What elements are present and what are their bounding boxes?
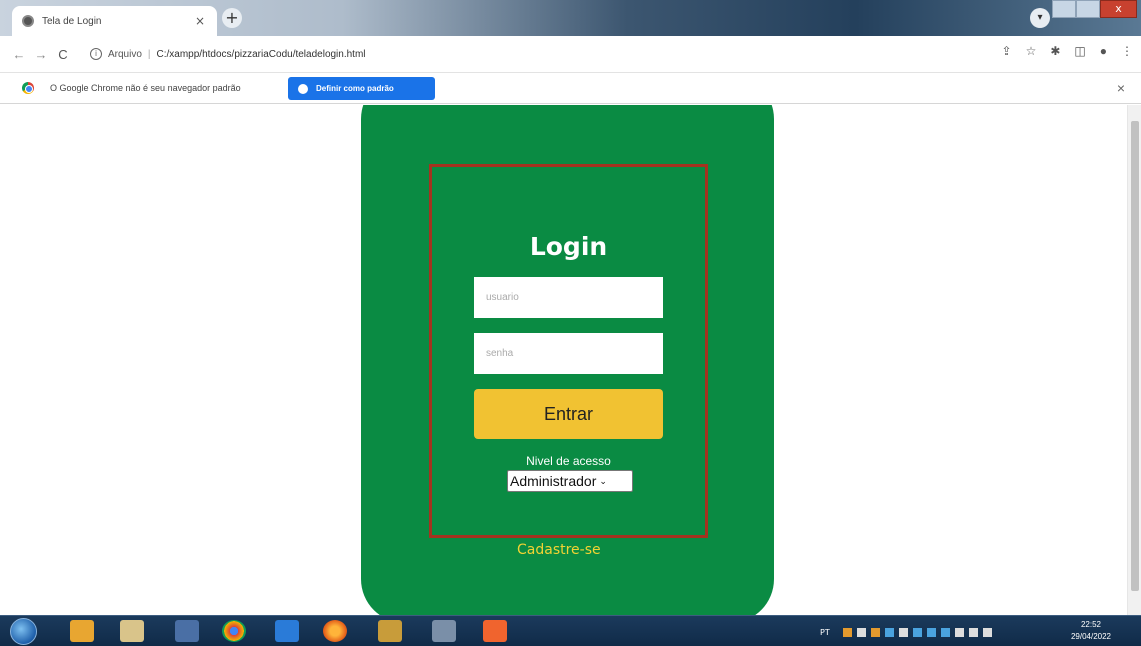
browser-tab[interactable]: Tela de Login × <box>12 6 217 36</box>
default-browser-infobar: O Google Chrome não é seu navegador padr… <box>0 72 1141 104</box>
set-default-label: Definir como padrão <box>316 84 394 93</box>
language-indicator[interactable]: PT <box>820 628 830 637</box>
page-scrollbar[interactable] <box>1127 105 1141 615</box>
username-input[interactable] <box>474 277 663 318</box>
extensions-icon[interactable]: ✱ <box>1050 44 1060 58</box>
tray-app-icon[interactable] <box>856 627 866 637</box>
file-explorer-icon[interactable] <box>120 620 144 642</box>
chevron-down-icon: ⌄ <box>599 475 607 486</box>
close-infobar-icon[interactable]: × <box>1117 80 1125 96</box>
browser-toolbar: ← → C i Arquivo | C:/xampp/htdocs/pizzar… <box>0 36 1141 72</box>
clock-date: 29/04/2022 <box>1070 632 1111 641</box>
url-path: C:/xampp/htdocs/pizzariaCodu/teladelogin… <box>156 48 366 60</box>
screen: Tela de Login × + ▾ x ← → C i Arquivo | … <box>0 0 1141 646</box>
password-input[interactable] <box>474 333 663 374</box>
access-level-value: Administrador <box>510 473 597 489</box>
forward-icon[interactable]: → <box>30 47 52 62</box>
folder-app-icon[interactable] <box>70 620 94 642</box>
scrollbar-thumb[interactable] <box>1131 121 1139 591</box>
access-level-select[interactable]: Administrador ⌄ <box>507 470 633 492</box>
share-icon[interactable]: ⇪ <box>1002 44 1012 58</box>
netbeans-icon[interactable] <box>378 620 402 642</box>
close-window-button[interactable]: x <box>1100 0 1137 18</box>
profile-icon[interactable]: ● <box>1100 44 1107 58</box>
window-app-icon[interactable] <box>432 620 456 642</box>
vscode-icon[interactable] <box>275 620 299 642</box>
clock-time: 22:52 <box>1080 620 1101 629</box>
system-tray: PT <box>820 624 992 640</box>
tray-app-icon[interactable] <box>870 627 880 637</box>
xampp-icon[interactable] <box>483 620 507 642</box>
back-icon[interactable]: ← <box>8 47 30 62</box>
maximize-button[interactable] <box>1076 0 1101 18</box>
infobar-message: O Google Chrome não é seu navegador padr… <box>50 83 241 93</box>
chrome-small-icon <box>298 83 308 94</box>
info-icon[interactable]: i <box>90 48 102 60</box>
tray-app-icon[interactable] <box>912 627 922 637</box>
flag-icon[interactable] <box>954 627 964 637</box>
globe-icon <box>22 15 34 27</box>
tray-app-icon[interactable] <box>940 627 950 637</box>
tray-app-icon[interactable] <box>884 627 894 637</box>
new-tab-button[interactable]: + <box>222 8 242 28</box>
menu-icon[interactable]: ⋮ <box>1121 44 1133 58</box>
url-scheme: Arquivo <box>108 48 142 60</box>
login-title: Login <box>529 232 608 261</box>
address-bar[interactable]: i Arquivo | C:/xampp/htdocs/pizzariaCodu… <box>90 42 965 66</box>
tab-title: Tela de Login <box>42 15 102 27</box>
login-form: Login Entrar Nivel de acesso Administrad… <box>429 164 708 538</box>
minimize-button[interactable] <box>1052 0 1077 18</box>
start-button[interactable] <box>10 618 37 645</box>
close-tab-icon[interactable]: × <box>193 14 207 28</box>
page-viewport: Login Entrar Nivel de acesso Administrad… <box>0 105 1141 615</box>
signup-link[interactable]: Cadastre-se <box>517 542 601 558</box>
network-app-icon[interactable] <box>175 620 199 642</box>
tray-app-icon[interactable] <box>926 627 936 637</box>
url-separator: | <box>147 48 151 60</box>
access-level-label: Nivel de acesso <box>526 454 611 468</box>
volume-icon[interactable] <box>982 627 992 637</box>
windows-taskbar: PT 22:52 29/04/2022 <box>0 615 1141 646</box>
browser-titlebar: Tela de Login × + ▾ x <box>0 0 1141 36</box>
taskbar-clock[interactable]: 22:52 29/04/2022 <box>1071 619 1111 643</box>
window-controls: x <box>1052 0 1137 18</box>
tray-app-icon[interactable] <box>898 627 908 637</box>
set-default-button[interactable]: Definir como padrão <box>288 77 435 100</box>
tray-app-icon[interactable] <box>842 627 852 637</box>
bookmark-star-icon[interactable]: ☆ <box>1026 44 1037 58</box>
login-button[interactable]: Entrar <box>474 389 663 439</box>
monitor-icon[interactable] <box>968 627 978 637</box>
side-panel-icon[interactable]: ◫ <box>1074 44 1085 58</box>
chrome-taskbar-icon[interactable] <box>222 620 246 642</box>
reload-icon[interactable]: C <box>52 47 74 62</box>
tab-search-icon[interactable]: ▾ <box>1030 8 1050 28</box>
toolbar-icons: ⇪ ☆ ✱ ◫ ● ⋮ <box>1002 44 1133 58</box>
chrome-icon <box>22 82 34 94</box>
firefox-icon[interactable] <box>323 620 347 642</box>
